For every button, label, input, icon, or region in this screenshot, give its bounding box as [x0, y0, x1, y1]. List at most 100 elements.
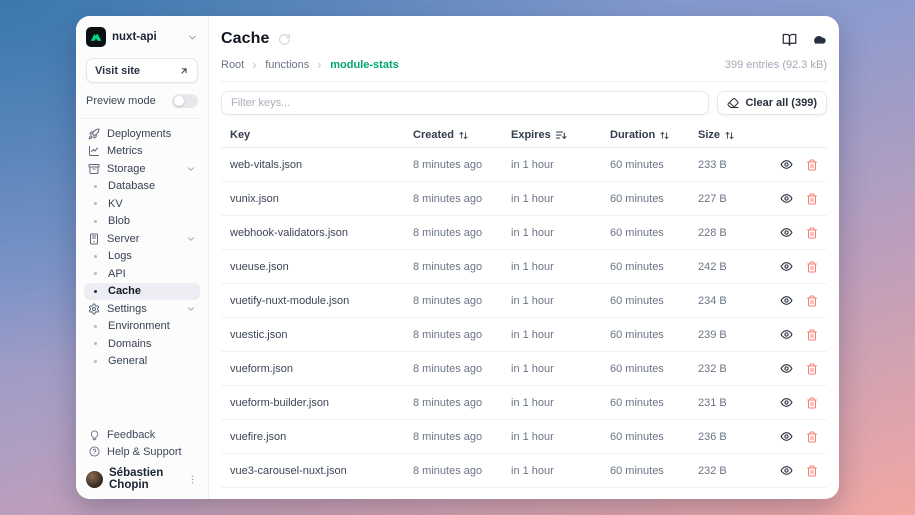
- filter-keys-input[interactable]: [221, 91, 709, 115]
- cache-key: web-vitals.json: [230, 159, 413, 171]
- created-value: 8 minutes ago: [413, 465, 511, 477]
- expires-value: in 1 hour: [511, 499, 610, 500]
- size-value: 234 B: [698, 499, 776, 500]
- delete-entry-icon[interactable]: [806, 261, 818, 273]
- column-header-created[interactable]: Created: [413, 129, 511, 141]
- view-entry-icon[interactable]: [780, 192, 793, 205]
- cloud-icon[interactable]: [811, 31, 827, 47]
- sidebar-item-label: General: [108, 355, 147, 367]
- delete-entry-icon[interactable]: [806, 295, 818, 307]
- main-header: Cache Root functions: [209, 16, 839, 82]
- chart-icon: [88, 145, 100, 157]
- view-entry-icon[interactable]: [780, 226, 793, 239]
- sidebar-item-domains[interactable]: Domains: [84, 335, 200, 353]
- sidebar-item-server[interactable]: Server: [84, 230, 200, 248]
- sidebar-item-environment[interactable]: Environment: [84, 318, 200, 336]
- table-row: vue-transitions.json 8 minutes ago in 1 …: [221, 488, 827, 499]
- project-selector[interactable]: nuxt-api: [84, 25, 200, 47]
- sidebar-item-cache[interactable]: Cache: [84, 283, 200, 301]
- bullet-icon: [94, 290, 97, 293]
- view-entry-icon[interactable]: [780, 260, 793, 273]
- page-title: Cache: [221, 30, 270, 48]
- sidebar-divider: [82, 118, 202, 119]
- view-entry-icon[interactable]: [780, 464, 793, 477]
- sidebar-item-label: Blob: [108, 215, 130, 227]
- feedback-button[interactable]: Feedback: [84, 427, 200, 444]
- sidebar-item-label: Environment: [108, 320, 170, 332]
- chevron-right-icon: [315, 61, 324, 70]
- sidebar-item-api[interactable]: API: [84, 265, 200, 283]
- cache-table: Key Created Expires Duration: [209, 123, 839, 499]
- sidebar-item-settings[interactable]: Settings: [84, 300, 200, 318]
- table-row: vue3-carousel-nuxt.json 8 minutes ago in…: [221, 454, 827, 488]
- docs-book-icon[interactable]: [782, 32, 797, 47]
- delete-entry-icon[interactable]: [806, 499, 818, 500]
- preview-mode-row: Preview mode: [86, 94, 198, 108]
- sidebar-item-database[interactable]: Database: [84, 178, 200, 196]
- size-value: 233 B: [698, 159, 776, 171]
- duration-value: 60 minutes: [610, 431, 698, 443]
- user-menu[interactable]: Sébastien Chopin: [84, 465, 200, 491]
- expires-value: in 1 hour: [511, 363, 610, 375]
- duration-value: 60 minutes: [610, 295, 698, 307]
- sidebar-item-metrics[interactable]: Metrics: [84, 143, 200, 161]
- expires-value: in 1 hour: [511, 431, 610, 443]
- view-entry-icon[interactable]: [780, 396, 793, 409]
- delete-entry-icon[interactable]: [806, 329, 818, 341]
- chevron-down-icon: [186, 304, 196, 314]
- view-entry-icon[interactable]: [780, 328, 793, 341]
- breadcrumb-functions[interactable]: functions: [265, 59, 309, 71]
- table-row: vuefire.json 8 minutes ago in 1 hour 60 …: [221, 420, 827, 454]
- bullet-icon: [94, 202, 97, 205]
- created-value: 8 minutes ago: [413, 397, 511, 409]
- delete-entry-icon[interactable]: [806, 159, 818, 171]
- sort-descending-icon: [555, 129, 567, 141]
- sidebar-item-deployments[interactable]: Deployments: [84, 125, 200, 143]
- size-value: 239 B: [698, 329, 776, 341]
- created-value: 8 minutes ago: [413, 261, 511, 273]
- sidebar-item-blob[interactable]: Blob: [84, 213, 200, 231]
- breadcrumb-root[interactable]: Root: [221, 59, 244, 71]
- sort-arrows-icon: [659, 130, 670, 141]
- delete-entry-icon[interactable]: [806, 431, 818, 443]
- sidebar-item-general[interactable]: General: [84, 353, 200, 371]
- view-entry-icon[interactable]: [780, 294, 793, 307]
- main-panel: Cache Root functions: [209, 16, 839, 499]
- avatar: [86, 471, 103, 488]
- sidebar-item-logs[interactable]: Logs: [84, 248, 200, 266]
- view-entry-icon[interactable]: [780, 362, 793, 375]
- table-header-row: Key Created Expires Duration: [221, 123, 827, 148]
- arrow-up-right-icon: [179, 66, 189, 76]
- duration-value: 60 minutes: [610, 159, 698, 171]
- refresh-icon[interactable]: [278, 33, 291, 46]
- column-header-duration[interactable]: Duration: [610, 129, 698, 141]
- sidebar-item-kv[interactable]: KV: [84, 195, 200, 213]
- cache-key: vuefire.json: [230, 431, 413, 443]
- visit-site-button[interactable]: Visit site: [86, 58, 198, 83]
- delete-entry-icon[interactable]: [806, 397, 818, 409]
- delete-entry-icon[interactable]: [806, 227, 818, 239]
- column-header-size[interactable]: Size: [698, 129, 776, 141]
- created-value: 8 minutes ago: [413, 227, 511, 239]
- table-body: web-vitals.json 8 minutes ago in 1 hour …: [221, 148, 827, 499]
- column-header-expires[interactable]: Expires: [511, 129, 610, 141]
- cache-key: vue3-carousel-nuxt.json: [230, 465, 413, 477]
- expires-value: in 1 hour: [511, 261, 610, 273]
- duration-value: 60 minutes: [610, 329, 698, 341]
- help-support-button[interactable]: Help & Support: [84, 444, 200, 461]
- delete-entry-icon[interactable]: [806, 363, 818, 375]
- delete-entry-icon[interactable]: [806, 193, 818, 205]
- rocket-icon: [88, 128, 100, 140]
- clear-all-button[interactable]: Clear all (399): [717, 91, 827, 115]
- view-entry-icon[interactable]: [780, 158, 793, 171]
- delete-entry-icon[interactable]: [806, 465, 818, 477]
- view-entry-icon[interactable]: [780, 430, 793, 443]
- eraser-icon: [727, 97, 739, 109]
- duration-value: 60 minutes: [610, 465, 698, 477]
- sidebar-item-label: KV: [108, 198, 123, 210]
- sidebar: nuxt-api Visit site Preview mode Deploym…: [76, 16, 209, 499]
- view-entry-icon[interactable]: [780, 498, 793, 499]
- column-header-key[interactable]: Key: [230, 129, 413, 141]
- sidebar-item-storage[interactable]: Storage: [84, 160, 200, 178]
- preview-mode-toggle[interactable]: [172, 94, 198, 108]
